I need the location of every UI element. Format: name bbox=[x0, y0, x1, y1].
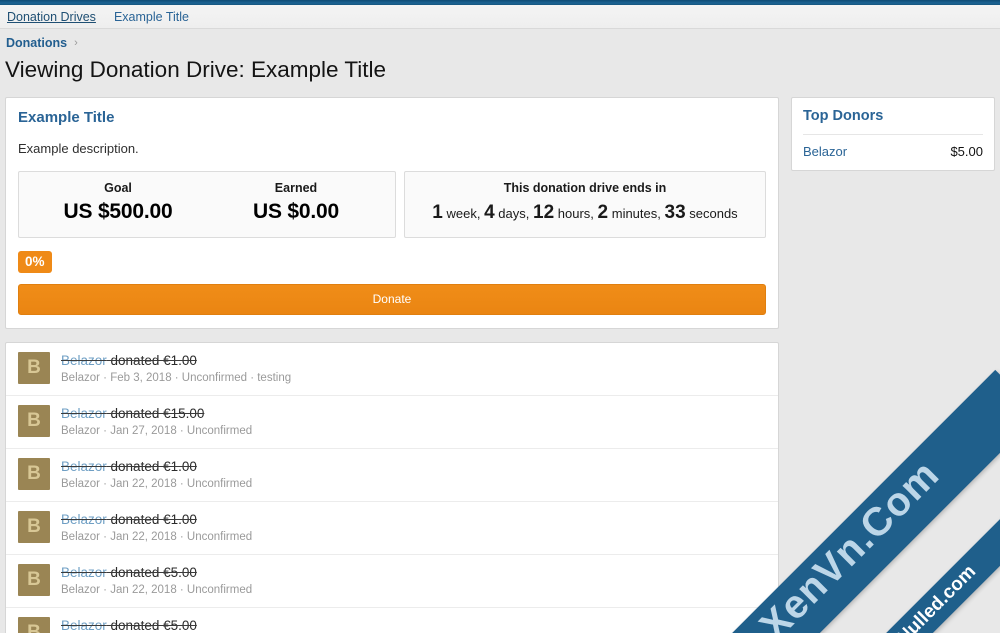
top-donor-name[interactable]: Belazor bbox=[803, 144, 847, 159]
list-item[interactable]: B Belazor donated €5.00 Belazor · Jan 20… bbox=[6, 608, 778, 633]
avatar[interactable]: B bbox=[18, 352, 50, 384]
donation-action: donated €15.00 bbox=[106, 406, 205, 421]
donation-headline: Belazor donated €1.00 bbox=[61, 352, 291, 369]
top-donors-title: Top Donors bbox=[803, 108, 884, 124]
list-item[interactable]: B Belazor donated €1.00 Belazor · Feb 3,… bbox=[6, 343, 778, 396]
donation-meta: Belazor · Jan 22, 2018 · Unconfirmed bbox=[61, 531, 253, 543]
drive-stats-row: Goal US $500.00 Earned US $0.00 This don… bbox=[18, 171, 766, 238]
countdown-minutes-unit: minutes, bbox=[611, 206, 661, 221]
sidebar-column: Top Donors Belazor $5.00 bbox=[791, 97, 995, 171]
tab-example-title[interactable]: Example Title bbox=[114, 10, 189, 24]
donor-link[interactable]: Belazor bbox=[61, 565, 107, 580]
progress-badge: 0% bbox=[18, 251, 52, 273]
donation-headline: Belazor donated €15.00 bbox=[61, 405, 252, 422]
donor-link[interactable]: Belazor bbox=[61, 459, 107, 474]
countdown-weeks-unit: week, bbox=[446, 206, 481, 221]
avatar[interactable]: B bbox=[18, 617, 50, 633]
donation-headline: Belazor donated €1.00 bbox=[61, 511, 252, 528]
page-root: Donation Drives Example Title Donations … bbox=[0, 0, 1000, 633]
earned-cell: Earned US $0.00 bbox=[207, 181, 385, 226]
goal-cell: Goal US $500.00 bbox=[29, 181, 207, 226]
avatar[interactable]: B bbox=[18, 511, 50, 543]
countdown-seconds-unit: seconds bbox=[689, 206, 738, 221]
top-donors-panel: Top Donors Belazor $5.00 bbox=[791, 97, 995, 171]
top-donor-row[interactable]: Belazor $5.00 bbox=[803, 134, 983, 159]
top-tab-bar: Donation Drives Example Title bbox=[0, 5, 1000, 29]
countdown-label: This donation drive ends in bbox=[503, 181, 667, 195]
goal-value: US $500.00 bbox=[63, 200, 173, 223]
list-item[interactable]: B Belazor donated €1.00 Belazor · Jan 22… bbox=[6, 502, 778, 555]
donation-meta: Belazor · Jan 22, 2018 · Unconfirmed bbox=[61, 478, 253, 490]
breadcrumb-item-donations[interactable]: Donations bbox=[6, 36, 67, 50]
donation-headline: Belazor donated €1.00 bbox=[61, 458, 252, 475]
main-column: Example Title Example description. Goal … bbox=[5, 97, 779, 633]
donation-drive-panel: Example Title Example description. Goal … bbox=[5, 97, 779, 329]
list-item-body: Belazor donated €5.00 Belazor · Jan 20, … bbox=[61, 617, 252, 633]
donation-meta: Belazor · Jan 27, 2018 · Unconfirmed bbox=[61, 425, 253, 437]
goal-earned-box: Goal US $500.00 Earned US $0.00 bbox=[18, 171, 396, 238]
top-donors-body: Top Donors Belazor $5.00 bbox=[792, 98, 994, 170]
countdown-minutes-number: 2 bbox=[597, 202, 609, 223]
content-columns: Example Title Example description. Goal … bbox=[0, 97, 1000, 633]
donation-action: donated €1.00 bbox=[106, 353, 197, 368]
countdown-hours-number: 12 bbox=[533, 202, 555, 223]
donate-button[interactable]: Donate bbox=[18, 284, 766, 315]
countdown-hours-unit: hours, bbox=[557, 206, 594, 221]
countdown-days-number: 4 bbox=[484, 202, 495, 223]
list-item-body: Belazor donated €5.00 Belazor · Jan 22, … bbox=[61, 564, 252, 597]
list-item-body: Belazor donated €1.00 Belazor · Feb 3, 2… bbox=[61, 352, 291, 385]
countdown-box: This donation drive ends in 1 week, 4 da… bbox=[403, 171, 766, 238]
page-title: Viewing Donation Drive: Example Title bbox=[5, 57, 387, 82]
list-item-body: Belazor donated €1.00 Belazor · Jan 22, … bbox=[61, 458, 252, 491]
donor-link[interactable]: Belazor bbox=[61, 512, 107, 527]
countdown-weeks-number: 1 bbox=[432, 202, 443, 223]
countdown-value: 1 week, 4 days, 12 hours, 2 minutes, 33 … bbox=[415, 200, 755, 226]
donation-action: donated €5.00 bbox=[106, 618, 197, 633]
donation-action: donated €1.00 bbox=[106, 459, 197, 474]
donation-action: donated €5.00 bbox=[106, 565, 197, 580]
tab-donation-drives[interactable]: Donation Drives bbox=[7, 10, 96, 24]
countdown-days-unit: days, bbox=[498, 206, 530, 221]
drive-description: Example description. bbox=[18, 141, 139, 156]
donation-meta: Belazor · Feb 3, 2018 · Unconfirmed · te… bbox=[61, 372, 292, 384]
donation-headline: Belazor donated €5.00 bbox=[61, 564, 252, 581]
earned-label: Earned bbox=[274, 181, 318, 195]
donor-link[interactable]: Belazor bbox=[61, 353, 107, 368]
avatar[interactable]: B bbox=[18, 405, 50, 437]
goal-label: Goal bbox=[104, 181, 132, 195]
list-item[interactable]: B Belazor donated €15.00 Belazor · Jan 2… bbox=[6, 396, 778, 449]
list-item-body: Belazor donated €15.00 Belazor · Jan 27,… bbox=[61, 405, 252, 438]
donation-headline: Belazor donated €5.00 bbox=[61, 617, 252, 633]
donation-drive-body: Example Title Example description. Goal … bbox=[6, 98, 778, 328]
donation-action: donated €1.00 bbox=[106, 512, 197, 527]
drive-title[interactable]: Example Title bbox=[18, 109, 766, 126]
donation-list-panel: B Belazor donated €1.00 Belazor · Feb 3,… bbox=[5, 342, 779, 633]
list-item-body: Belazor donated €1.00 Belazor · Jan 22, … bbox=[61, 511, 252, 544]
avatar[interactable]: B bbox=[18, 458, 50, 490]
breadcrumb-separator-icon: › bbox=[74, 37, 78, 49]
donation-meta: Belazor · Jan 22, 2018 · Unconfirmed bbox=[61, 584, 253, 596]
donor-link[interactable]: Belazor bbox=[61, 406, 107, 421]
top-donor-amount: $5.00 bbox=[950, 144, 983, 159]
avatar[interactable]: B bbox=[18, 564, 50, 596]
list-item[interactable]: B Belazor donated €5.00 Belazor · Jan 22… bbox=[6, 555, 778, 608]
list-item[interactable]: B Belazor donated €1.00 Belazor · Jan 22… bbox=[6, 449, 778, 502]
breadcrumb: Donations › bbox=[0, 29, 1000, 57]
progress-wrap: 0% bbox=[18, 251, 766, 273]
donor-link[interactable]: Belazor bbox=[61, 618, 107, 633]
earned-value: US $0.00 bbox=[253, 200, 339, 223]
countdown-seconds-number: 33 bbox=[664, 202, 686, 223]
